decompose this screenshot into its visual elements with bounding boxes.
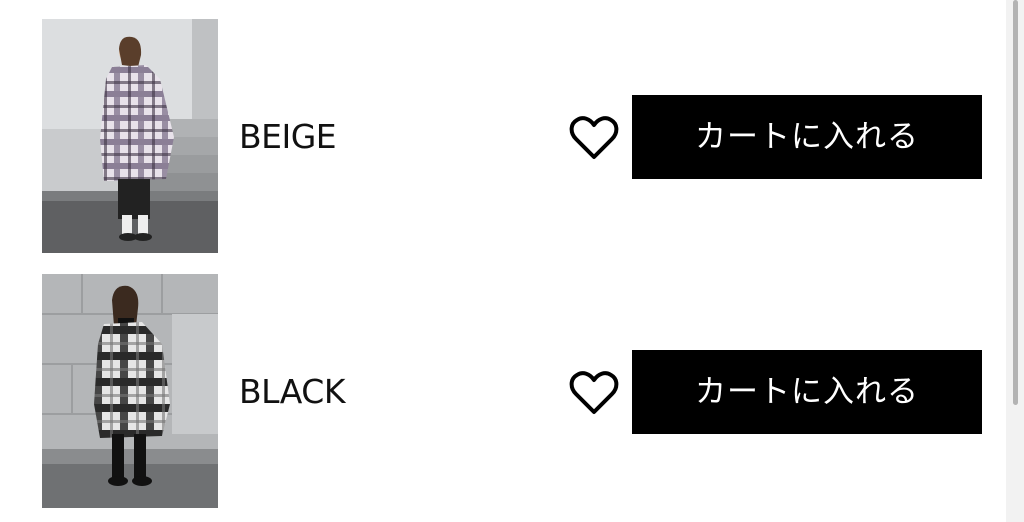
variant-row-beige: BEIGE カートに入れる [0, 19, 1000, 253]
variant-color-label: BEIGE [239, 117, 337, 156]
favorite-button[interactable] [568, 114, 620, 162]
add-to-cart-button[interactable]: カートに入れる [632, 95, 982, 179]
product-image-black[interactable] [42, 274, 218, 508]
heart-outline-icon [569, 371, 619, 414]
scrollbar-thumb[interactable] [1013, 0, 1018, 405]
add-to-cart-button[interactable]: カートに入れる [632, 350, 982, 434]
favorite-button[interactable] [568, 369, 620, 417]
heart-outline-icon [569, 116, 619, 159]
product-image-beige[interactable] [42, 19, 218, 253]
scrollbar-track[interactable] [1006, 0, 1024, 522]
variant-color-label: BLACK [239, 372, 345, 411]
variant-row-black: BLACK カートに入れる [0, 274, 1000, 508]
